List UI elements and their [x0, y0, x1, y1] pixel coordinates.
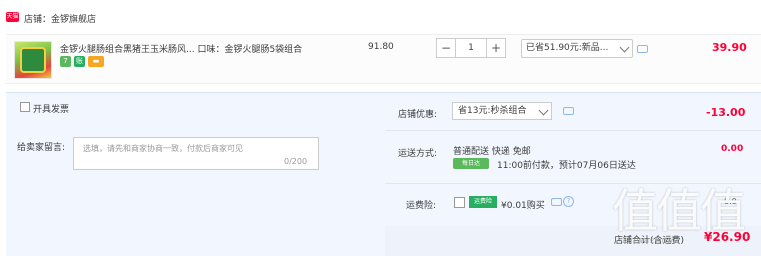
- credit-card-icon[interactable]: ▬: [88, 56, 104, 67]
- insurance-price: ¥0.01购买: [501, 201, 545, 211]
- guarantee-icon[interactable]: 账: [74, 56, 85, 67]
- item-total-price: 39.90: [712, 41, 747, 54]
- message-label: 给卖家留言:: [17, 143, 66, 153]
- insurance-label: 运费险:: [406, 201, 437, 211]
- watermark-text: zhiwuzhuan: [622, 236, 680, 245]
- shipping-label: 运送方式:: [398, 149, 438, 159]
- tmall-badge: 天猫: [6, 12, 19, 22]
- unit-price: 91.80: [368, 42, 394, 52]
- chevron-down-icon: [619, 42, 630, 53]
- service-icons: 7 账 ▬: [60, 56, 104, 67]
- divider: [385, 130, 761, 131]
- product-title[interactable]: 金锣火腿肠组合黑猪王玉米肠风... 口味：金锣火腿肠5袋组合: [60, 42, 302, 55]
- watermark-logo: 值值值: [612, 184, 746, 238]
- chat-icon[interactable]: [563, 107, 574, 115]
- message-char-count: 0/200: [284, 157, 308, 166]
- shipping-fee: 0.00: [721, 144, 744, 154]
- promotion-select-value: 已省51.90元:新品...: [526, 43, 609, 53]
- quantity-input[interactable]: 1: [456, 38, 486, 58]
- shipping-eta: 11:00前付款，预计07月06日送达: [497, 161, 636, 171]
- shipping-method: 普通配送 快递 免邮: [453, 147, 531, 157]
- shop-discount-label: 店铺优惠:: [398, 110, 438, 120]
- insurance-checkbox[interactable]: [454, 197, 465, 208]
- shop-discount-value: 省13元:秒杀组合: [458, 106, 527, 116]
- shop-name[interactable]: 店铺：金锣旗舰店: [24, 12, 96, 25]
- chat-icon[interactable]: [637, 45, 648, 53]
- chat-icon[interactable]: [551, 198, 562, 206]
- message-placeholder: 选填，请先和商家协商一致，付款后商家可见: [83, 144, 243, 153]
- chevron-down-icon: [538, 105, 549, 116]
- product-thumbnail[interactable]: [14, 41, 52, 79]
- help-icon[interactable]: ?: [563, 196, 574, 207]
- shop-discount-select[interactable]: 省13元:秒杀组合: [452, 102, 552, 120]
- promotion-select[interactable]: 已省51.90元:新品...: [521, 39, 633, 58]
- invoice-checkbox[interactable]: [20, 102, 30, 112]
- insurance-badge: 运费险: [469, 196, 497, 208]
- seven-day-return-icon[interactable]: 7: [60, 56, 71, 67]
- daily-delivery-badge: 每日达: [453, 158, 489, 169]
- shop-discount-amount: -13.00: [706, 106, 746, 119]
- quantity-stepper: − 1 +: [436, 38, 506, 58]
- increase-button[interactable]: +: [486, 38, 506, 58]
- invoice-label[interactable]: 开具发票: [33, 102, 69, 115]
- decrease-button[interactable]: −: [436, 38, 456, 58]
